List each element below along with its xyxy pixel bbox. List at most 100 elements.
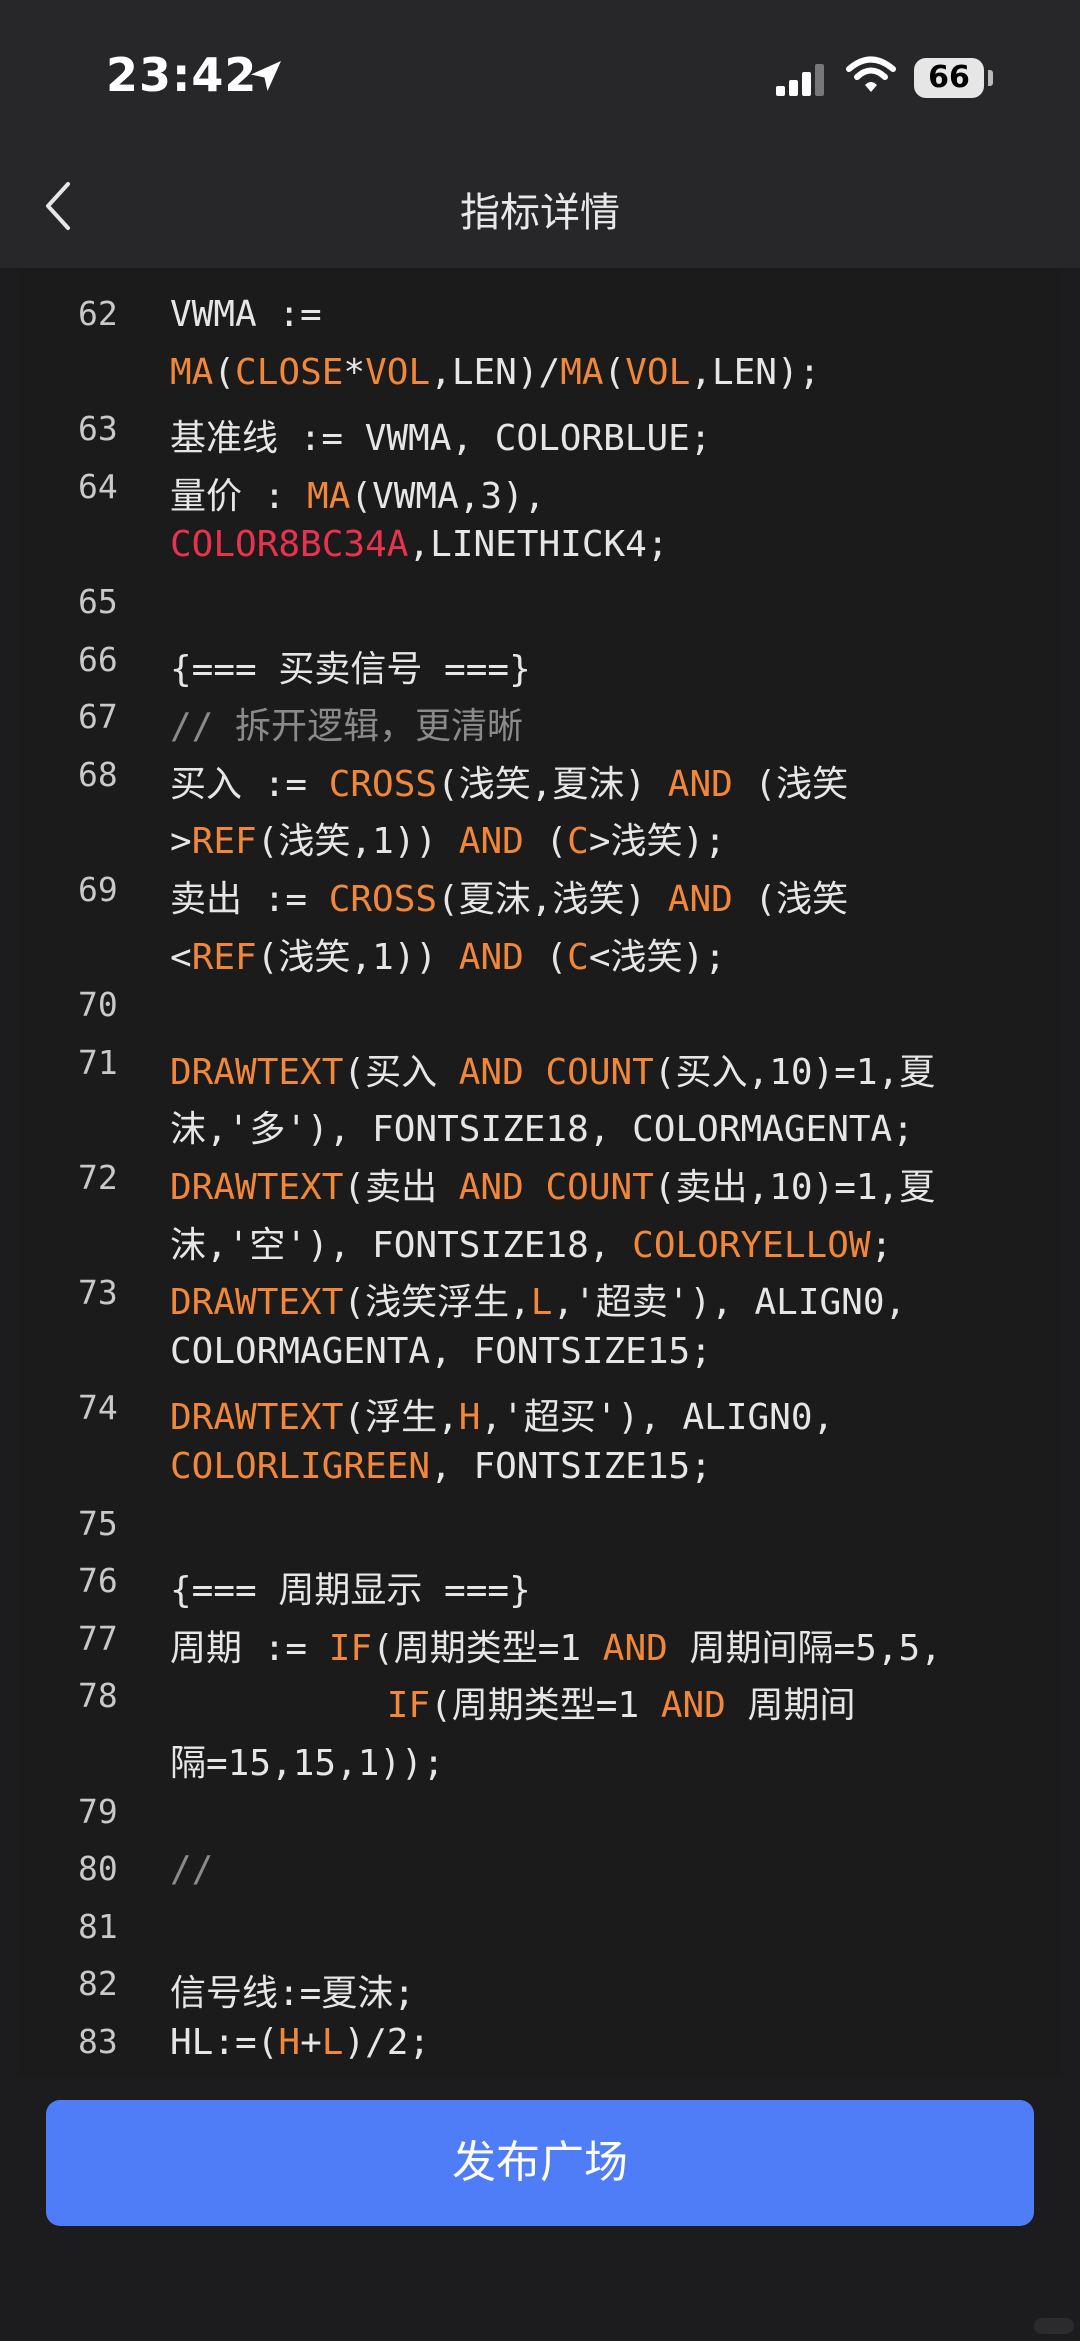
code-token: ( xyxy=(523,936,568,978)
code-token: (卖出,10)=1,夏 xyxy=(653,1167,936,1208)
code-token: (夏沫,浅笑) xyxy=(437,879,668,920)
status-time: 23:42 xyxy=(106,48,258,102)
code-token: (浮生, xyxy=(343,1397,459,1439)
keyword-token: C xyxy=(567,821,589,863)
code-text: {=== 周期显示 ===} xyxy=(170,1561,531,1613)
line-number: 78 xyxy=(78,1676,118,1716)
page-title: 指标详情 xyxy=(460,190,620,236)
code-token: 基准线 := VWMA, COLORBLUE; xyxy=(170,418,712,460)
keyword-token: AND xyxy=(458,1167,524,1208)
keyword-token: L xyxy=(321,2022,344,2063)
code-text: // xyxy=(170,1849,213,1890)
line-number: 63 xyxy=(78,409,118,449)
code-token: 沫,'多'), FONTSIZE18, COLORMAGENTA; xyxy=(170,1109,914,1151)
code-token: ( xyxy=(523,821,568,863)
keyword-token: CROSS xyxy=(328,879,438,920)
code-text: 卖出 := CROSS(夏沫,浅笑) AND (浅笑 xyxy=(170,870,848,922)
code-token: 周期 := xyxy=(170,1627,329,1669)
code-token: COLORMAGENTA, FONTSIZE15; xyxy=(170,1330,712,1372)
line-number: 64 xyxy=(78,466,118,506)
code-token: ; xyxy=(870,1224,893,1266)
keyword-token: AND xyxy=(458,936,524,978)
code-text: DRAWTEXT(浅笑浮生,L,'超卖'), ALIGN0, xyxy=(170,1273,906,1325)
keyword-token: REF xyxy=(191,936,257,978)
line-number: 80 xyxy=(78,1849,118,1889)
code-text: IF(周期类型=1 AND 周期间 xyxy=(170,1676,856,1728)
code-token: ,LEN); xyxy=(690,351,821,393)
code-token: 量价 : xyxy=(170,475,308,517)
keyword-token: H xyxy=(458,1397,481,1439)
code-token: VWMA := xyxy=(170,294,322,335)
code-token: HL:=( xyxy=(170,2022,279,2063)
code-text: DRAWTEXT(卖出 AND COUNT(卖出,10)=1,夏 xyxy=(170,1158,935,1210)
code-text: // 拆开逻辑，更清晰 xyxy=(170,697,523,749)
code-token: >浅笑); xyxy=(588,821,726,863)
keyword-token: H xyxy=(278,2022,301,2063)
publish-button[interactable]: 发布广场 xyxy=(46,2100,1034,2226)
code-text: DRAWTEXT(买入 AND COUNT(买入,10)=1,夏 xyxy=(170,1043,935,1095)
keyword-token: IF xyxy=(386,1685,431,1727)
line-number: 72 xyxy=(78,1158,118,1197)
code-token: > xyxy=(170,821,192,863)
code-token: (浅笑,1)) xyxy=(256,936,459,978)
keyword-token: DRAWTEXT xyxy=(170,1397,344,1439)
code-text: VWMA := xyxy=(170,294,322,335)
code-token: (买入,10)=1,夏 xyxy=(653,1051,936,1093)
code-token: (浅笑,1)) xyxy=(256,821,459,863)
keyword-token: DRAWTEXT xyxy=(170,1282,344,1324)
line-number: 65 xyxy=(78,582,118,621)
keyword-token: MA xyxy=(560,351,604,393)
keyword-token: L xyxy=(530,1282,553,1324)
code-token: ,'超卖'), ALIGN0, xyxy=(552,1282,907,1324)
code-token: (周期类型=1 xyxy=(430,1685,661,1727)
line-number: 69 xyxy=(78,870,118,909)
code-token: (浅笑 xyxy=(732,763,849,805)
code-text: 隔=15,15,1)); xyxy=(170,1734,444,1786)
keyword-token: CLOSE xyxy=(235,351,344,393)
line-number: 76 xyxy=(78,1561,118,1601)
keyword-token: DRAWTEXT xyxy=(170,1051,344,1093)
keyword-token: COUNT xyxy=(545,1167,654,1208)
code-text: 沫,'多'), FONTSIZE18, COLORMAGENTA; xyxy=(170,1100,914,1152)
keyword-token: AND xyxy=(602,1627,668,1669)
code-token: 买入 := xyxy=(170,763,329,805)
keyword-token: COLORLIGREEN xyxy=(170,1446,431,1487)
battery-icon: 66 xyxy=(914,58,984,98)
keyword-token: C xyxy=(567,936,589,978)
code-text: COLOR8BC34A,LINETHICK4; xyxy=(170,524,669,565)
code-text: 周期 := IF(周期类型=1 AND 周期间隔=5,5, xyxy=(170,1619,942,1671)
code-text: DRAWTEXT(浮生,H,'超买'), ALIGN0, xyxy=(170,1388,834,1440)
keyword-token: AND xyxy=(667,879,733,920)
code-text: <REF(浅笑,1)) AND (C<浅笑); xyxy=(170,928,726,980)
code-token: ( xyxy=(213,351,236,393)
comment-token: // xyxy=(170,1849,214,1891)
code-token: ,'超买'), ALIGN0, xyxy=(480,1397,835,1439)
line-number: 77 xyxy=(78,1618,118,1658)
code-token: 卖出 := xyxy=(170,879,329,920)
code-token: (浅笑 xyxy=(732,879,849,920)
code-token: (周期类型=1 xyxy=(372,1627,603,1669)
code-text: 量价 : MA(VWMA,3), xyxy=(170,467,545,519)
code-token: (浅笑浮生, xyxy=(343,1282,531,1324)
line-number: 71 xyxy=(78,1042,118,1082)
code-viewer[interactable]: 62 VWMA := MA(CLOSE*VOL,LEN)/MA(VOL,LEN); 6… xyxy=(18,268,1062,2076)
keyword-token: CROSS xyxy=(328,763,438,805)
line-number: 67 xyxy=(78,697,118,737)
code-token: <浅笑); xyxy=(588,936,726,978)
line-number: 62 xyxy=(78,294,118,333)
code-text: 沫,'空'), FONTSIZE18, COLORYELLOW; xyxy=(170,1216,892,1268)
code-token: {=== 买卖信号 ===} xyxy=(170,648,531,690)
code-token: )/2; xyxy=(343,2022,431,2063)
line-number: 79 xyxy=(78,1791,118,1831)
code-token: 周期间隔=5,5, xyxy=(667,1627,942,1669)
keyword-token: IF xyxy=(328,1627,373,1669)
battery-tip xyxy=(988,70,993,86)
keyword-token: MA xyxy=(307,475,351,517)
status-bar: 23:42 66 xyxy=(0,0,1080,160)
comment-token: // 拆开逻辑，更清晰 xyxy=(170,706,524,748)
keyword-token: COLORYELLOW xyxy=(632,1224,871,1266)
line-number: 83 xyxy=(78,2022,118,2061)
